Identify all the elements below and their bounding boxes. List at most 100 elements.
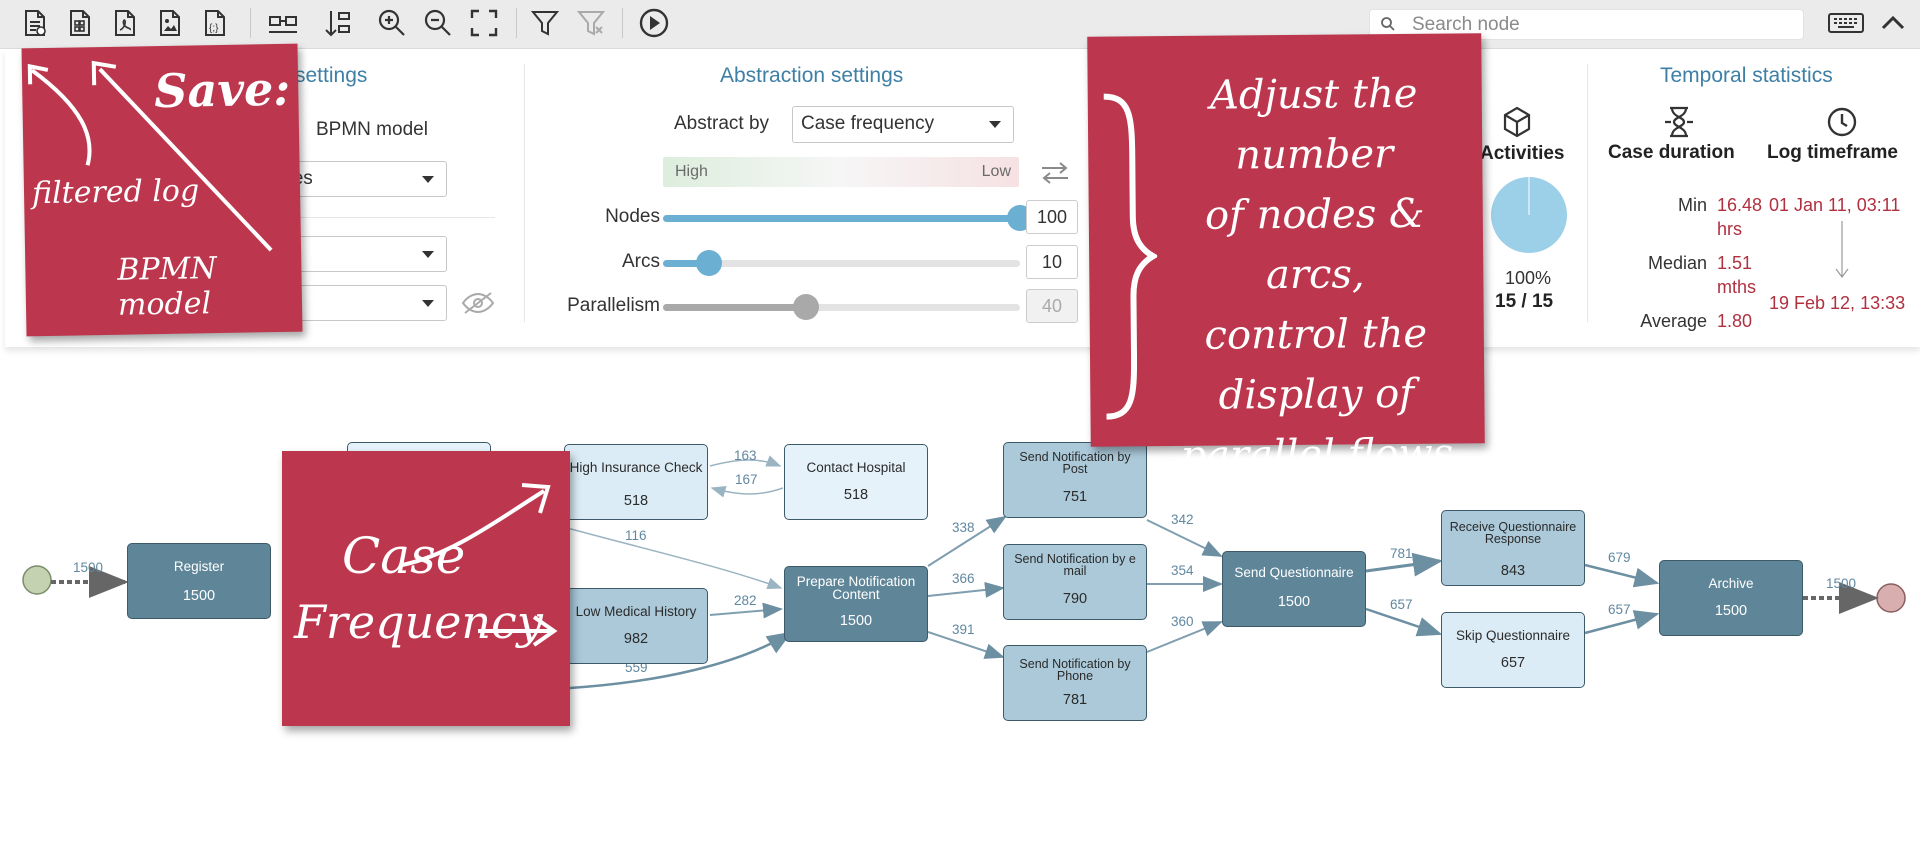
- node-count: 790: [1062, 591, 1088, 607]
- parallelism-value-input[interactable]: 40: [1026, 289, 1078, 323]
- average-label: Average: [1640, 311, 1707, 331]
- node-name: High Insurance Check: [569, 460, 703, 476]
- zoom-in-icon[interactable]: [375, 6, 409, 40]
- gradient-low-label: Low: [981, 163, 1011, 180]
- swap-icon[interactable]: [1039, 161, 1071, 185]
- collapse-icon[interactable]: [1876, 6, 1910, 40]
- chevron-down-icon: [422, 251, 434, 258]
- eye-hidden-icon[interactable]: [460, 290, 496, 316]
- node-name: Send Notification by Phone: [1019, 656, 1131, 683]
- process-node-low-medical-history[interactable]: Low Medical History 982: [564, 588, 708, 664]
- edge-prepare-phone[interactable]: [927, 631, 1005, 659]
- process-node-archive[interactable]: Archive 1500: [1659, 560, 1803, 636]
- process-node-receive-response[interactable]: Receive Questionnaire Response 843: [1441, 510, 1585, 586]
- process-node-register[interactable]: Register 1500: [127, 543, 271, 619]
- arcs-value-input[interactable]: 10: [1026, 245, 1078, 279]
- process-node-notification-email[interactable]: Send Notification by e mail 790: [1003, 544, 1147, 620]
- node-name: Low Medical History: [575, 604, 697, 620]
- process-node-notification-post[interactable]: Send Notification by Post 751: [1003, 442, 1147, 518]
- export-image-icon[interactable]: [153, 6, 187, 40]
- bpmn-model-label: BPMN model: [316, 119, 428, 140]
- parallelism-label: Parallelism: [567, 295, 660, 316]
- case-frequency-annotation-note: Case Frequency: [282, 451, 570, 726]
- adjust-note-line: control the: [1204, 310, 1428, 359]
- export-bpmn-icon[interactable]: {;}: [198, 6, 232, 40]
- edge-label: 338: [952, 520, 975, 535]
- edge-prepare-post[interactable]: [927, 515, 1007, 567]
- node-count: 982: [623, 631, 649, 647]
- process-node-notification-phone[interactable]: Send Notification by Phone 781: [1003, 645, 1147, 721]
- node-name: Send Notification by e mail: [1014, 551, 1136, 578]
- median-unit: mths: [1717, 277, 1757, 297]
- edge-skip-archive[interactable]: [1584, 610, 1660, 635]
- fit-screen-icon[interactable]: [467, 6, 501, 40]
- nodes-value-input[interactable]: 100: [1026, 200, 1078, 234]
- chevron-down-icon: [989, 121, 1001, 128]
- parallelism-slider[interactable]: [663, 294, 1020, 320]
- nodes-slider[interactable]: [663, 205, 1033, 231]
- adjust-note-line: Adjust the number: [1209, 70, 1418, 179]
- toolbar-divider: [622, 8, 623, 38]
- median-label: Median: [1647, 253, 1707, 273]
- clear-filter-icon: [574, 6, 608, 40]
- edge-label: 360: [1171, 614, 1194, 629]
- process-node-skip-questionnaire[interactable]: Skip Questionnaire 657: [1441, 612, 1585, 688]
- play-icon[interactable]: [637, 6, 671, 40]
- arcs-slider-handle[interactable]: [696, 250, 723, 276]
- divider: [1587, 64, 1588, 322]
- edge-post-questionnaire[interactable]: [1146, 519, 1223, 557]
- keyboard-icon[interactable]: [1826, 6, 1866, 40]
- edge-label: 354: [1171, 563, 1194, 578]
- case-frequency-note-line: Frequency: [294, 595, 543, 649]
- case-frequency-note-line: Case: [342, 527, 466, 585]
- toolbar-divider: [250, 8, 251, 38]
- edge-insurance-hospital[interactable]: [709, 455, 782, 467]
- min-value: 16.48: [1717, 195, 1763, 215]
- process-node-send-questionnaire[interactable]: Send Questionnaire 1500: [1222, 551, 1366, 627]
- sort-icon[interactable]: [321, 6, 355, 40]
- start-event[interactable]: [22, 565, 52, 595]
- cube-icon: [1503, 106, 1531, 138]
- export-csv-icon[interactable]: [63, 6, 97, 40]
- process-node-high-insurance-check[interactable]: High Insurance Check 518: [564, 444, 708, 520]
- svg-text:{;}: {;}: [209, 23, 219, 34]
- activities-percent: 100%: [1505, 268, 1552, 288]
- edge-label: 342: [1171, 512, 1194, 527]
- process-node-contact-hospital[interactable]: Contact Hospital 518: [784, 444, 928, 520]
- node-name: Receive Questionnaire Response: [1449, 519, 1577, 546]
- export-log-icon[interactable]: [18, 6, 52, 40]
- process-node-prepare-notification[interactable]: Prepare Notification Content 1500: [784, 566, 928, 642]
- edge-hospital-insurance[interactable]: [710, 485, 784, 498]
- nodes-label: Nodes: [605, 206, 660, 227]
- abstraction-annotation-note: Adjust the number of nodes & arcs, contr…: [1087, 33, 1485, 479]
- median-value: 1.51: [1717, 253, 1753, 273]
- edge-phone-questionnaire[interactable]: [1146, 621, 1223, 653]
- edge-lowmedical-prepare[interactable]: [709, 602, 783, 619]
- edge-prepare-email[interactable]: [927, 581, 1005, 598]
- abstract-by-value: Case frequency: [801, 113, 935, 134]
- node-count: 1500: [839, 613, 873, 629]
- node-name: Contact Hospital: [806, 460, 906, 476]
- abstract-by-dropdown[interactable]: Case frequency: [792, 106, 1014, 143]
- adjust-note-line: parallel flows: [1180, 430, 1454, 479]
- edge-receive-archive[interactable]: [1584, 563, 1660, 588]
- node-name: Archive: [1708, 576, 1754, 592]
- node-name: Register: [173, 559, 225, 575]
- average-value: 1.80: [1717, 311, 1753, 331]
- export-pdf-icon[interactable]: [108, 6, 142, 40]
- save-note-filtered-log: filtered log: [31, 173, 200, 212]
- edge-questionnaire-receive[interactable]: [1365, 552, 1443, 577]
- zoom-out-icon[interactable]: [421, 6, 455, 40]
- edge-116[interactable]: [559, 525, 783, 590]
- parallelism-slider-handle[interactable]: [792, 294, 819, 320]
- arcs-slider[interactable]: [663, 250, 1020, 276]
- abstraction-settings-title: Abstraction settings: [720, 64, 904, 87]
- gradient-high-label: High: [675, 163, 708, 180]
- layout-icon[interactable]: [266, 6, 300, 40]
- node-name: Prepare Notification Content: [796, 573, 916, 602]
- end-event[interactable]: [1876, 583, 1906, 613]
- filter-icon[interactable]: [528, 6, 562, 40]
- arrow-down-icon: [1835, 221, 1849, 278]
- edge-questionnaire-skip[interactable]: [1365, 607, 1443, 637]
- node-count: 518: [843, 487, 869, 503]
